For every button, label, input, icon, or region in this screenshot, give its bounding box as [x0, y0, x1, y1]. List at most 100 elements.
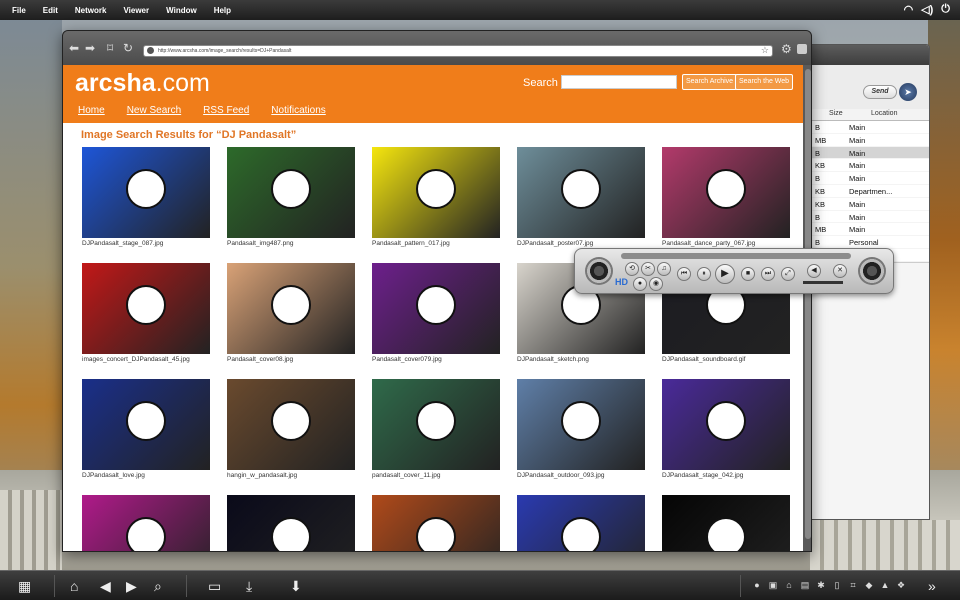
lock-icon[interactable]: ⌂	[784, 580, 794, 591]
result-thumbnail[interactable]	[82, 495, 210, 551]
nav-new-search[interactable]: New Search	[127, 105, 181, 116]
result-thumbnail[interactable]	[662, 147, 790, 238]
back-arrow-icon[interactable]: ⬅	[69, 42, 79, 54]
music-note-icon[interactable]: ♫	[657, 262, 671, 276]
repeat-icon[interactable]: ✂	[641, 262, 655, 276]
result-item[interactable]: pandasalt_cover_11.jpg	[372, 379, 500, 479]
result-item[interactable]: hangin_w_pandasalt.jpg	[227, 379, 355, 479]
volume-mute-icon[interactable]: ✕	[833, 264, 847, 278]
back-icon[interactable]: ◀	[100, 577, 111, 595]
column-location[interactable]: Location	[871, 110, 897, 117]
result-item[interactable]	[517, 495, 645, 551]
result-item[interactable]	[227, 495, 355, 551]
result-thumbnail[interactable]	[517, 379, 645, 470]
apps-grid-icon[interactable]: ▦	[18, 577, 31, 595]
forward-icon[interactable]: ▶	[126, 577, 137, 595]
result-item[interactable]: DJPandasalt_stage_087.jpg	[82, 147, 210, 247]
warning-icon[interactable]: ▲	[880, 580, 890, 591]
result-caption[interactable]: DJPandasalt_love.jpg	[82, 472, 210, 479]
volume-down-icon[interactable]: ◀	[807, 264, 821, 278]
result-caption[interactable]: DJPandasalt_stage_087.jpg	[82, 240, 210, 247]
send-button[interactable]: Send	[863, 85, 897, 99]
gear-icon[interactable]: ⚙	[781, 42, 792, 56]
folder-icon[interactable]: ▭	[208, 577, 221, 595]
result-caption[interactable]: DJPandasalt_sketch.png	[517, 356, 645, 363]
result-thumbnail[interactable]	[82, 263, 210, 354]
home-icon[interactable]: ⌂	[70, 577, 78, 595]
result-item[interactable]: Pandasalt_cover08.jpg	[227, 263, 355, 363]
volume-icon[interactable]: ◁)	[921, 3, 933, 16]
next-icon[interactable]: ⏭	[761, 267, 775, 281]
cloud-icon[interactable]: ❖	[896, 580, 906, 591]
result-thumbnail[interactable]	[82, 379, 210, 470]
result-item[interactable]: Pandasalt_img487.png	[227, 147, 355, 247]
result-item[interactable]: Pandasalt_cover079.jpg	[372, 263, 500, 363]
result-item[interactable]: images_concert_DJPandasalt_45.jpg	[82, 263, 210, 363]
result-caption[interactable]: DJPandasalt_stage_042.jpg	[662, 472, 790, 479]
result-item[interactable]: Pandasalt_dance_party_067.jpg	[662, 147, 790, 247]
page-scrollbar[interactable]	[803, 65, 811, 551]
result-caption[interactable]: DJPandasalt_poster07.jpg	[517, 240, 645, 247]
pause-icon[interactable]: ⏸	[697, 267, 711, 281]
forward-arrow-icon[interactable]: ➡	[85, 42, 95, 54]
result-caption[interactable]: hangin_w_pandasalt.jpg	[227, 472, 355, 479]
media-player[interactable]: ⟲ ✂ ♫ ● ◉ HD ⏮ ⏸ ▶ ■ ⏭ ⤢ ◀ ✕	[574, 248, 894, 294]
stop-icon[interactable]: ■	[741, 267, 755, 281]
menu-edit[interactable]: Edit	[43, 6, 58, 15]
result-thumbnail[interactable]	[372, 379, 500, 470]
result-thumbnail[interactable]	[372, 263, 500, 354]
result-thumbnail[interactable]	[227, 379, 355, 470]
search-input[interactable]	[561, 75, 677, 89]
window-icon[interactable]: ▣	[768, 580, 778, 591]
result-item[interactable]: DJPandasalt_stage_042.jpg	[662, 379, 790, 479]
result-caption[interactable]: Pandasalt_dance_party_067.jpg	[662, 240, 790, 247]
result-thumbnail[interactable]	[517, 147, 645, 238]
result-item[interactable]: Pandasalt_pattern_017.jpg	[372, 147, 500, 247]
result-thumbnail[interactable]	[227, 495, 355, 551]
nav-home[interactable]: Home	[78, 105, 105, 116]
result-thumbnail[interactable]	[82, 147, 210, 238]
send-arrow-icon[interactable]: ➤	[899, 83, 917, 101]
result-item[interactable]: DJPandasalt_poster07.jpg	[517, 147, 645, 247]
shuffle-icon[interactable]: ⟲	[625, 262, 639, 276]
media-progress-bar[interactable]	[621, 253, 851, 259]
play-icon[interactable]: ▶	[715, 264, 735, 284]
rss-icon[interactable]	[797, 44, 807, 54]
bell-icon[interactable]: ◆	[864, 580, 874, 591]
lightbulb-icon[interactable]: ✱	[816, 580, 826, 591]
search-archive-button[interactable]: Search Archive	[682, 74, 738, 90]
result-thumbnail[interactable]	[227, 147, 355, 238]
menu-help[interactable]: Help	[214, 6, 231, 15]
menu-window[interactable]: Window	[166, 6, 197, 15]
document-icon[interactable]: ▯	[832, 580, 842, 591]
info-icon[interactable]: ●	[752, 580, 762, 591]
result-thumbnail[interactable]	[662, 379, 790, 470]
menu-viewer[interactable]: Viewer	[123, 6, 149, 15]
result-thumbnail[interactable]	[372, 495, 500, 551]
chart-icon[interactable]: ⌗	[848, 580, 858, 591]
column-size[interactable]: Size	[829, 110, 843, 117]
menu-file[interactable]: File	[12, 6, 26, 15]
result-caption[interactable]: DJPandasalt_outdoor_093.jpg	[517, 472, 645, 479]
result-item[interactable]	[372, 495, 500, 551]
wifi-icon[interactable]: ◠	[904, 3, 914, 16]
result-thumbnail[interactable]	[227, 263, 355, 354]
message-icon[interactable]: ▤	[800, 580, 810, 591]
record-icon[interactable]: ●	[633, 277, 647, 291]
result-caption[interactable]: Pandasalt_cover079.jpg	[372, 356, 500, 363]
expand-icon[interactable]: »	[928, 577, 936, 595]
result-caption[interactable]: images_concert_DJPandasalt_45.jpg	[82, 356, 210, 363]
result-item[interactable]: DJPandasalt_outdoor_093.jpg	[517, 379, 645, 479]
search-icon[interactable]: ⌕	[154, 577, 162, 595]
result-item[interactable]: DJPandasalt_love.jpg	[82, 379, 210, 479]
address-bar[interactable]: http://www.arcsha.com/image_search/resul…	[143, 45, 773, 57]
result-caption[interactable]: Pandasalt_cover08.jpg	[227, 356, 355, 363]
nav-rss-feed[interactable]: RSS Feed	[203, 105, 249, 116]
bookmark-icon[interactable]: ⌑	[107, 42, 113, 54]
scrollbar-thumb[interactable]	[805, 69, 811, 539]
search-web-button[interactable]: Search the Web	[735, 74, 794, 90]
site-logo[interactable]: arcsha.com	[75, 69, 210, 98]
nav-notifications[interactable]: Notifications	[271, 105, 325, 116]
download-box-icon[interactable]: ⬇	[290, 577, 302, 595]
result-thumbnail[interactable]	[517, 495, 645, 551]
